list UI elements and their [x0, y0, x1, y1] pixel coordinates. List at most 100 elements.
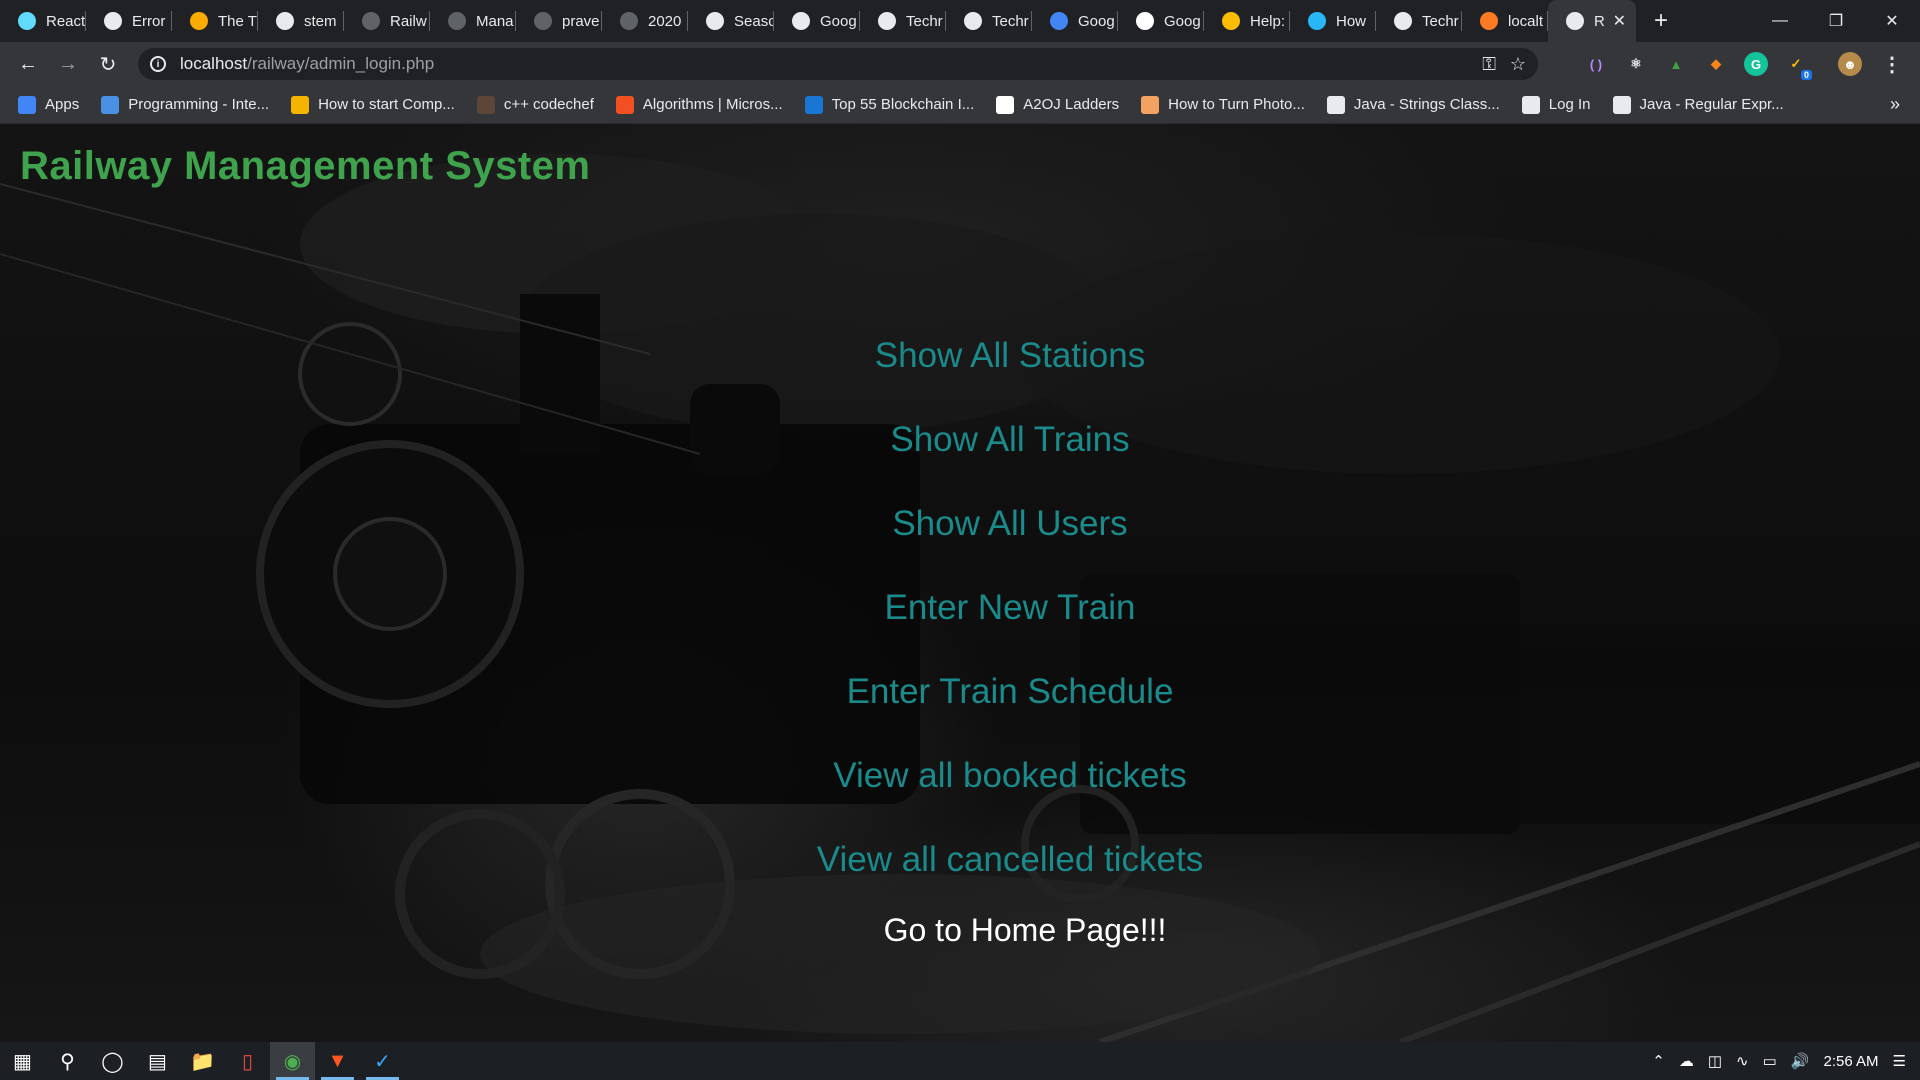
tab[interactable]: Seasc — [688, 0, 774, 42]
tab[interactable]: Help: — [1204, 0, 1290, 42]
tab[interactable]: How — [1290, 0, 1376, 42]
bookmark-item[interactable]: Java - Regular Expr... — [1612, 95, 1784, 114]
home-page-link[interactable]: Go to Home Page!!! — [0, 912, 1920, 949]
address-bar[interactable]: i localhost/railway/admin_login.php ⚿ ☆ — [138, 48, 1538, 80]
tab-title: Mana — [476, 12, 514, 30]
tab[interactable]: React — [0, 0, 86, 42]
tree-extension-icon[interactable]: ▲ — [1664, 52, 1688, 76]
extension-brackets-icon[interactable]: ( ) — [1584, 52, 1608, 76]
bookmark-item[interactable]: Java - Strings Class... — [1326, 95, 1500, 114]
close-tab-icon[interactable]: ✕ — [1613, 11, 1626, 31]
back-arrow-icon[interactable]: ← — [8, 53, 48, 76]
tab[interactable]: prave — [516, 0, 602, 42]
tab-strip: React Error The T stem Railw Mana prave 2020 Sea… — [0, 0, 1920, 42]
react-devtools-icon[interactable]: ⚛ — [1624, 52, 1648, 76]
volume-icon[interactable]: 🔊 — [1791, 1052, 1810, 1070]
key-icon[interactable]: ⚿ — [1482, 54, 1496, 75]
tab[interactable]: Error — [86, 0, 172, 42]
page-title: Railway Management System — [20, 144, 591, 188]
close-window-icon[interactable]: ✕ — [1864, 11, 1920, 31]
bookmark-item[interactable]: Top 55 Blockchain I... — [804, 95, 974, 114]
search-icon[interactable]: ⚲ — [45, 1042, 90, 1080]
todo-icon[interactable]: ✓ — [360, 1042, 405, 1080]
site-info-icon[interactable]: i — [150, 56, 166, 72]
tab[interactable]: Techr — [860, 0, 946, 42]
bookmarks-bar: Apps Programming - Inte... How to start Co… — [0, 86, 1920, 124]
microsoft-icon — [615, 95, 634, 114]
chrome-icon[interactable]: ◉ — [270, 1042, 315, 1080]
restore-icon[interactable]: ❐ — [1808, 11, 1864, 31]
bookmark-item[interactable]: Programming - Inte... — [101, 95, 269, 114]
menu-item: Show All Trains — [0, 398, 1920, 482]
tab[interactable]: Goog — [1032, 0, 1118, 42]
tab-title: 2020 — [648, 12, 682, 30]
tab[interactable]: Goog — [1118, 0, 1204, 42]
github-icon — [362, 12, 380, 30]
system-tray: ⌃ ☁ ◫ ∿ ▭ 🔊 2:56 AM ☰ — [1652, 1042, 1920, 1080]
cloud-sync-icon[interactable]: ☁ — [1679, 1052, 1694, 1070]
metamask-icon[interactable]: ◆ — [1704, 52, 1728, 76]
page-icon — [190, 12, 208, 30]
office-icon[interactable]: ▯ — [225, 1042, 270, 1080]
tab[interactable]: Mana — [430, 0, 516, 42]
windows-start-icon[interactable]: ▦ — [0, 1042, 45, 1080]
task-view-icon[interactable]: ▤ — [135, 1042, 180, 1080]
menu-link[interactable]: Enter Train Schedule — [847, 672, 1174, 712]
menu-kebab-icon[interactable]: ⋮ — [1880, 52, 1904, 76]
menu-link[interactable]: View all booked tickets — [833, 756, 1186, 796]
google-icon — [276, 12, 294, 30]
bookmark-label: Java - Strings Class... — [1353, 96, 1500, 113]
bookmark-item[interactable]: Apps — [18, 95, 79, 114]
battery-icon[interactable]: ▭ — [1763, 1052, 1777, 1070]
tab-active[interactable]: R ✕ — [1548, 0, 1636, 42]
menu-item: Show All Stations — [0, 314, 1920, 398]
tab[interactable]: localt — [1462, 0, 1548, 42]
menu-link[interactable]: View all cancelled tickets — [817, 840, 1204, 880]
tab-title: Techr — [992, 12, 1029, 30]
clock[interactable]: 2:56 AM — [1824, 1053, 1879, 1070]
bookmark-item[interactable]: Algorithms | Micros... — [615, 95, 783, 114]
bookmark-item[interactable]: c++ codechef — [476, 95, 594, 114]
file-explorer-icon[interactable]: 📁 — [180, 1042, 225, 1080]
menu-link[interactable]: Show All Stations — [875, 336, 1145, 376]
tray-overflow-icon[interactable]: ⌃ — [1652, 1052, 1665, 1070]
menu-link[interactable]: Show All Trains — [890, 420, 1129, 460]
minimize-icon[interactable]: — — [1752, 12, 1808, 30]
bookmark-item[interactable]: How to start Comp... — [291, 95, 455, 114]
bookmark-star-icon[interactable]: ☆ — [1510, 54, 1526, 75]
bookmark-item[interactable]: Log In — [1521, 95, 1591, 114]
github-icon — [448, 12, 466, 30]
tab-title: Goog — [820, 12, 857, 30]
tab-title: Railw — [390, 12, 427, 30]
tab[interactable]: Goog — [774, 0, 860, 42]
url-path: /railway/admin_login.php — [247, 54, 435, 73]
tab[interactable]: The T — [172, 0, 258, 42]
bookmark-item[interactable]: A2OJ Ladders — [996, 95, 1119, 114]
tab[interactable]: Techr — [1376, 0, 1462, 42]
menu-link[interactable]: Enter New Train — [885, 588, 1136, 628]
display-icon[interactable]: ◫ — [1708, 1052, 1722, 1070]
forward-arrow-icon[interactable]: → — [48, 53, 88, 76]
tab[interactable]: 2020 — [602, 0, 688, 42]
checkmark-extension-icon[interactable]: ✓ 0 — [1784, 52, 1812, 80]
tab-title: prave — [562, 12, 600, 30]
menu-link[interactable]: Show All Users — [892, 504, 1127, 544]
bookmarks-overflow-icon[interactable]: » — [1890, 94, 1900, 115]
xampp-icon — [1480, 12, 1498, 30]
new-tab-button[interactable]: + — [1654, 7, 1668, 35]
cortana-icon[interactable]: ◯ — [90, 1042, 135, 1080]
tab-title: The T — [218, 12, 257, 30]
tab-title: Goog — [1078, 12, 1115, 30]
reload-icon[interactable]: ↻ — [88, 52, 128, 77]
bookmark-item[interactable]: How to Turn Photo... — [1141, 95, 1305, 114]
grammarly-icon[interactable]: G — [1744, 52, 1768, 76]
brave-icon[interactable]: ▼ — [315, 1042, 360, 1080]
notifications-icon[interactable]: ☰ — [1893, 1052, 1906, 1070]
wifi-icon[interactable]: ∿ — [1736, 1052, 1749, 1070]
profile-avatar[interactable]: ☻ — [1838, 52, 1862, 76]
globe-icon — [1566, 12, 1584, 30]
tab[interactable]: Railw — [344, 0, 430, 42]
tab[interactable]: Techr — [946, 0, 1032, 42]
menu-item: Enter New Train — [0, 566, 1920, 650]
tab[interactable]: stem — [258, 0, 344, 42]
